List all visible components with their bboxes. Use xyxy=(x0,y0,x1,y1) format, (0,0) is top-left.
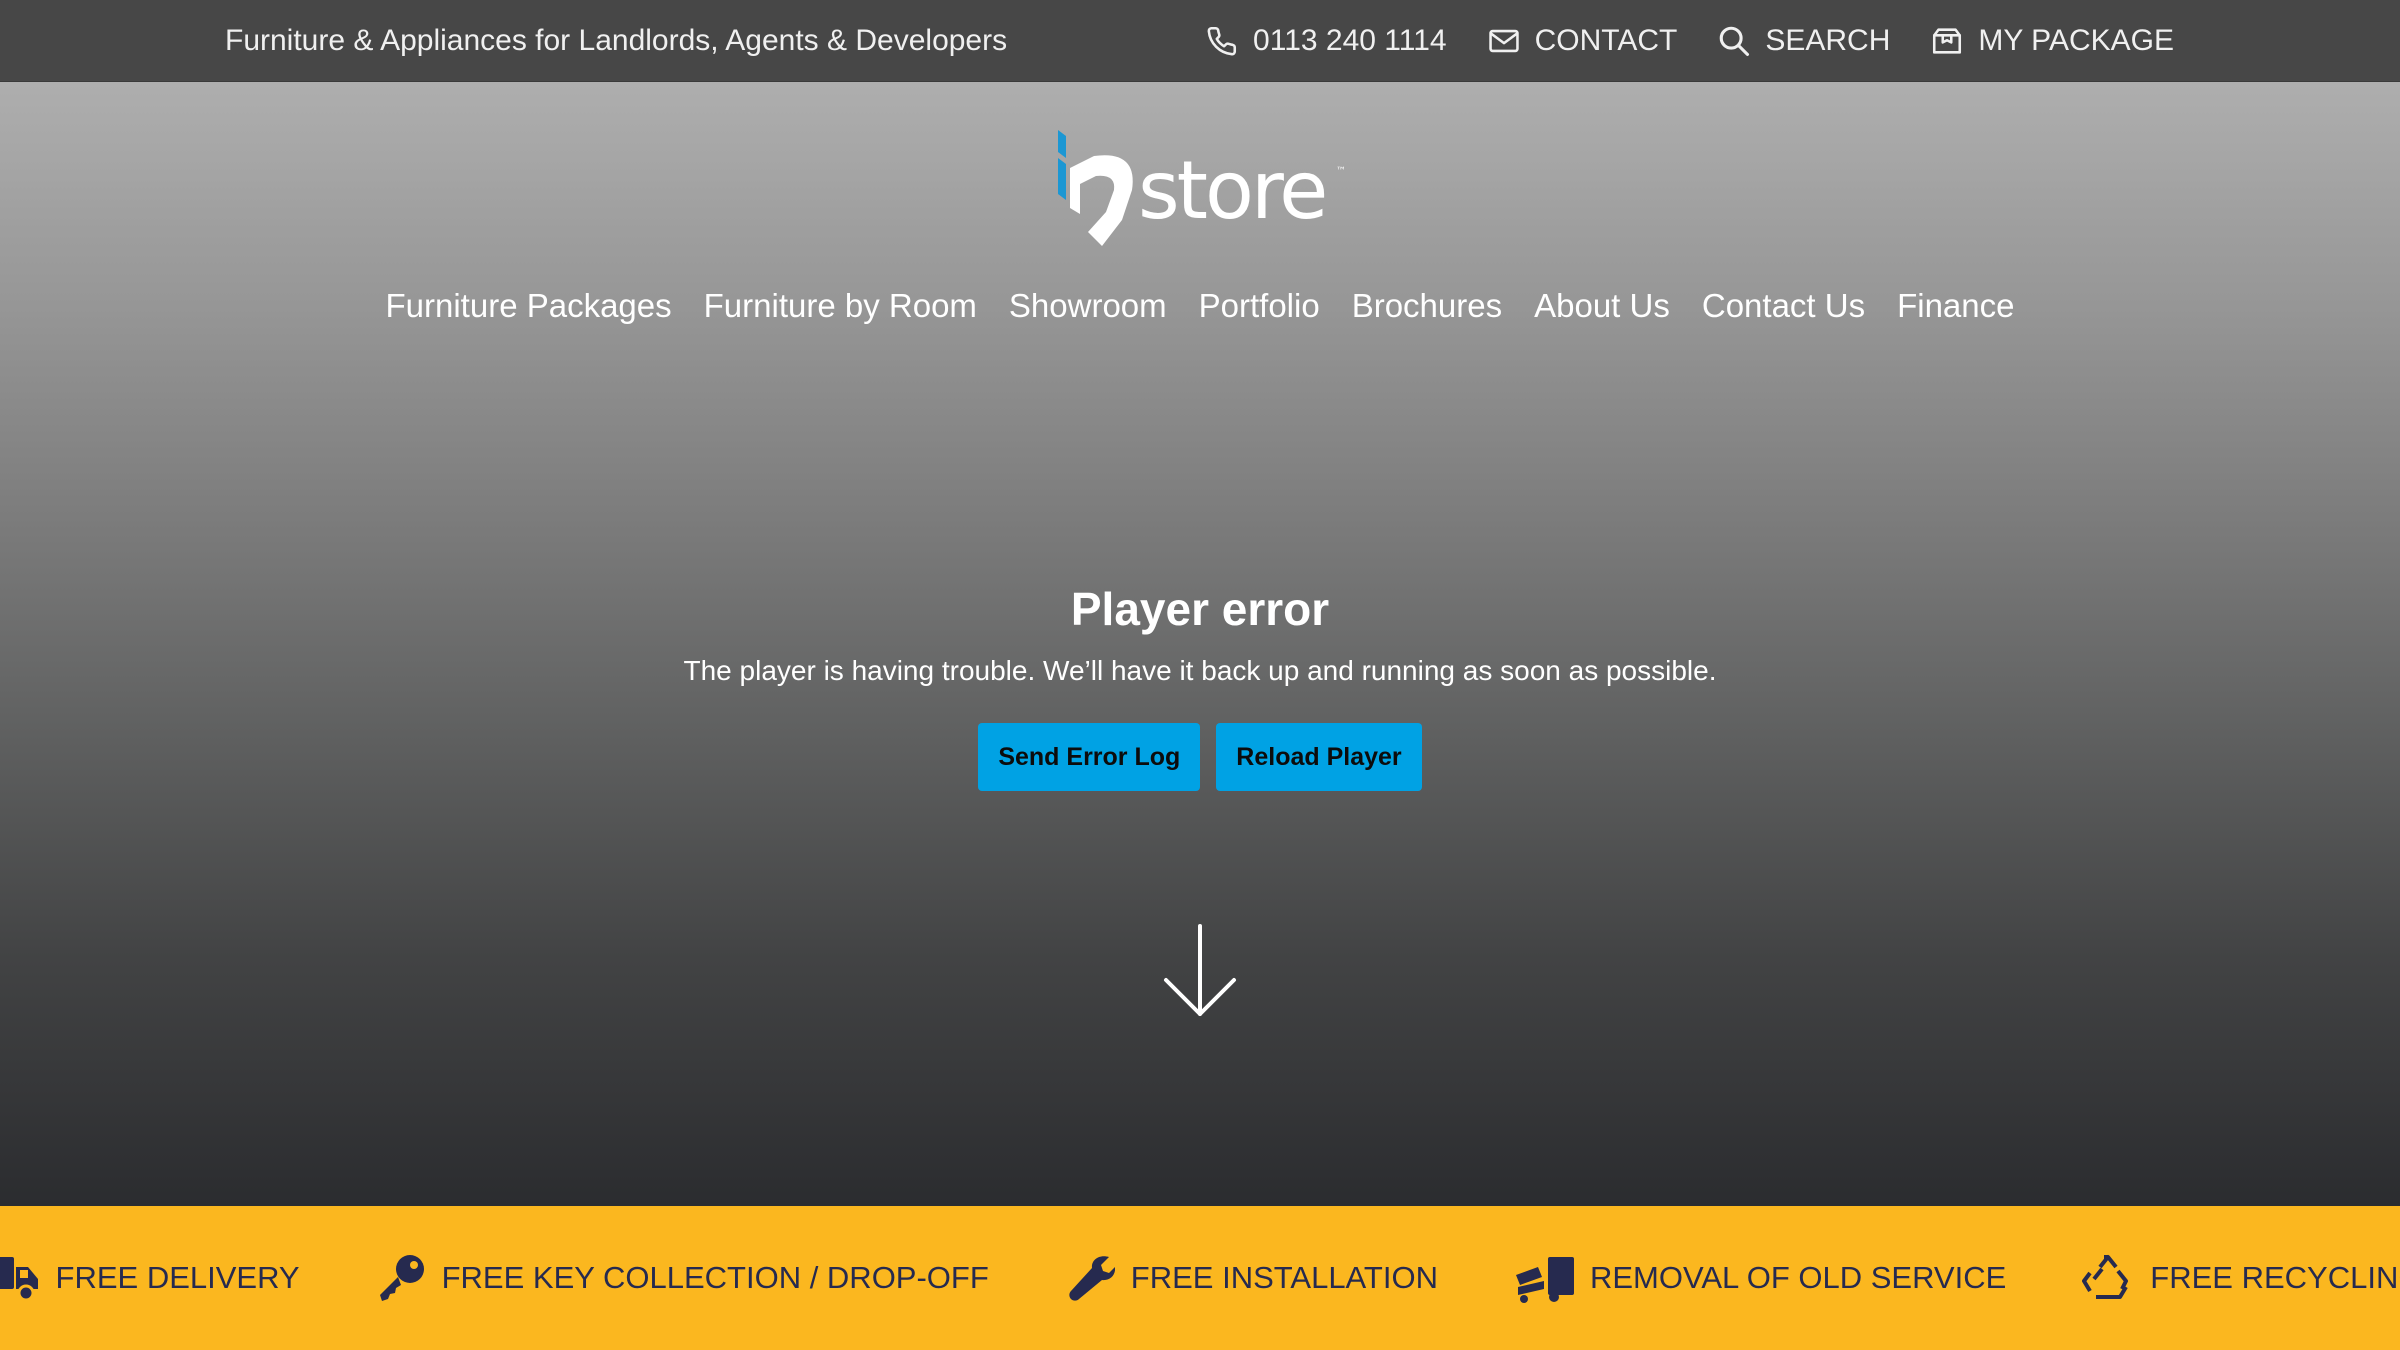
phone-icon xyxy=(1205,24,1239,58)
nav-furniture-by-room[interactable]: Furniture by Room xyxy=(704,287,977,325)
hero: store ™ Furniture Packages Furniture by … xyxy=(0,82,2400,1206)
my-package-label: MY PACKAGE xyxy=(1978,24,2174,57)
nav-furniture-packages[interactable]: Furniture Packages xyxy=(386,287,672,325)
benefit-removal: REMOVAL OF OLD SERVICE xyxy=(1514,1253,2006,1303)
benefit-free-installation: FREE INSTALLATION xyxy=(1065,1253,1438,1303)
benefits-bar: FREE DELIVERY FREE KEY COLLECTION / DROP… xyxy=(0,1206,2400,1350)
benefit-free-recycling: FREE RECYCLING xyxy=(2082,1253,2400,1303)
nav-showroom[interactable]: Showroom xyxy=(1009,287,1167,325)
my-package-link[interactable]: MY PACKAGE xyxy=(1930,24,2174,58)
benefit-label: FREE RECYCLING xyxy=(2150,1260,2400,1295)
key-icon xyxy=(376,1253,426,1303)
phone-number: 0113 240 1114 xyxy=(1253,24,1447,57)
recycle-icon xyxy=(2082,1253,2134,1303)
player-error-actions: Send Error Log Reload Player xyxy=(0,723,2400,792)
benefit-label: FREE INSTALLATION xyxy=(1130,1260,1438,1295)
arrow-down-icon[interactable] xyxy=(1160,922,1240,1022)
send-error-log-button[interactable]: Send Error Log xyxy=(978,723,1201,792)
nav-finance[interactable]: Finance xyxy=(1897,287,2014,325)
benefit-label: FREE DELIVERY xyxy=(55,1260,300,1295)
benefit-free-delivery: FREE DELIVERY xyxy=(0,1253,300,1303)
search-icon xyxy=(1717,24,1751,58)
tagline: Furniture & Appliances for Landlords, Ag… xyxy=(225,24,1008,57)
benefit-key-collection: FREE KEY COLLECTION / DROP-OFF xyxy=(376,1253,989,1303)
main-nav: Furniture Packages Furniture by Room Sho… xyxy=(0,278,2400,334)
contact-label: CONTACT xyxy=(1534,24,1678,57)
instore-logo[interactable]: store ™ xyxy=(1050,128,1350,248)
removal-icon xyxy=(1514,1253,1574,1303)
benefit-label: REMOVAL OF OLD SERVICE xyxy=(1589,1260,2007,1295)
top-bar: Furniture & Appliances for Landlords, Ag… xyxy=(0,0,2400,82)
nav-about-us[interactable]: About Us xyxy=(1534,287,1670,325)
top-links: 0113 240 1114 CONTACT SEARCH MY PACKAGE xyxy=(1205,0,2174,82)
svg-text:™: ™ xyxy=(1336,166,1346,177)
truck-icon xyxy=(0,1253,40,1303)
reload-player-button[interactable]: Reload Player xyxy=(1216,723,1422,792)
wrench-icon xyxy=(1065,1253,1115,1303)
nav-brochures[interactable]: Brochures xyxy=(1352,287,1502,325)
logo-text: store xyxy=(1138,144,1325,237)
envelope-icon xyxy=(1487,24,1521,58)
nav-portfolio[interactable]: Portfolio xyxy=(1199,287,1320,325)
nav-contact-us[interactable]: Contact Us xyxy=(1702,287,1865,325)
player-error-title: Player error xyxy=(1070,583,1330,635)
benefit-label: FREE KEY COLLECTION / DROP-OFF xyxy=(441,1260,989,1295)
phone-link[interactable]: 0113 240 1114 xyxy=(1205,24,1447,58)
player-error-message: The player is having trouble. We’ll have… xyxy=(683,655,1717,687)
player-error: Player error The player is having troubl… xyxy=(0,582,2400,792)
search-link[interactable]: SEARCH xyxy=(1717,24,1890,58)
box-icon xyxy=(1930,24,1964,58)
contact-link[interactable]: CONTACT xyxy=(1487,24,1678,58)
search-label: SEARCH xyxy=(1765,24,1891,57)
